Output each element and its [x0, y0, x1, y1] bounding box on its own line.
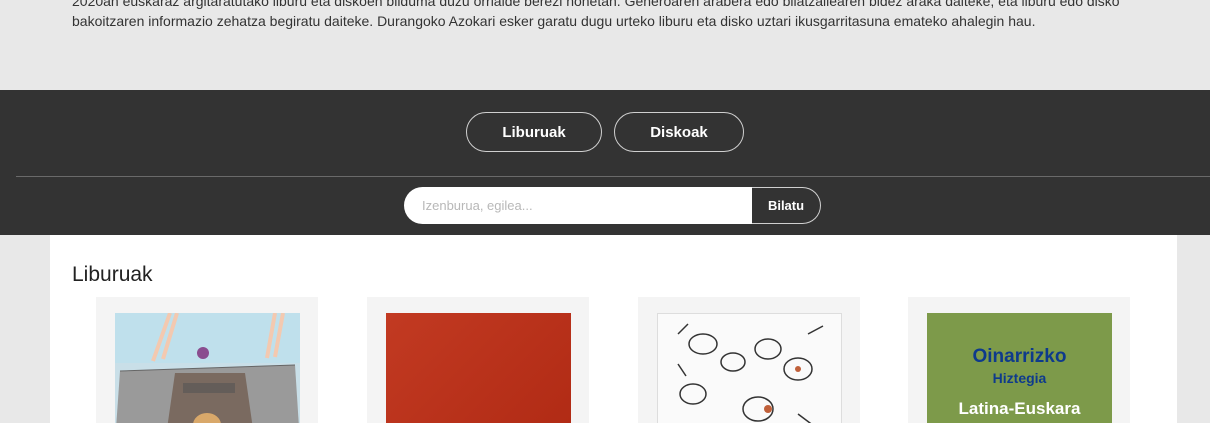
illustration-artwork: [115, 313, 300, 423]
category-tabs: Liburuak Diskoak: [0, 112, 1210, 152]
book-cover-drawing[interactable]: [657, 313, 842, 423]
tab-diskoak[interactable]: Diskoak: [614, 112, 744, 152]
search-input[interactable]: [404, 187, 752, 224]
filter-bar: Liburuak Diskoak Bilatu: [0, 90, 1210, 235]
book-card[interactable]: [638, 297, 860, 423]
cover-title-line2: Hiztegia: [992, 370, 1047, 386]
book-card[interactable]: [367, 297, 589, 423]
book-cover-illustration[interactable]: [115, 313, 300, 423]
cover-title-line3: Latina-Euskara: [958, 399, 1081, 418]
drawing-artwork: [677, 323, 824, 423]
books-section: Liburuak Oinarrizko Hiztegia Latina-Eusk…: [50, 235, 1177, 423]
section-title: Liburuak: [72, 263, 153, 286]
intro-text: 2020an euskaraz argitaratutako liburu et…: [72, 0, 1120, 29]
intro-section: 2020an euskaraz argitaratutako liburu et…: [0, 0, 1210, 90]
book-cover-dictionary[interactable]: Oinarrizko Hiztegia Latina-Euskara: [927, 313, 1112, 423]
divider: [16, 176, 1210, 177]
cover-title-line1: Oinarrizko: [972, 346, 1067, 367]
book-cover-red[interactable]: [386, 313, 571, 423]
search-button[interactable]: Bilatu: [752, 187, 821, 224]
book-card[interactable]: [96, 297, 318, 423]
search-bar: Bilatu: [404, 187, 821, 224]
tab-liburuak[interactable]: Liburuak: [466, 112, 602, 152]
book-card[interactable]: Oinarrizko Hiztegia Latina-Euskara: [908, 297, 1130, 423]
